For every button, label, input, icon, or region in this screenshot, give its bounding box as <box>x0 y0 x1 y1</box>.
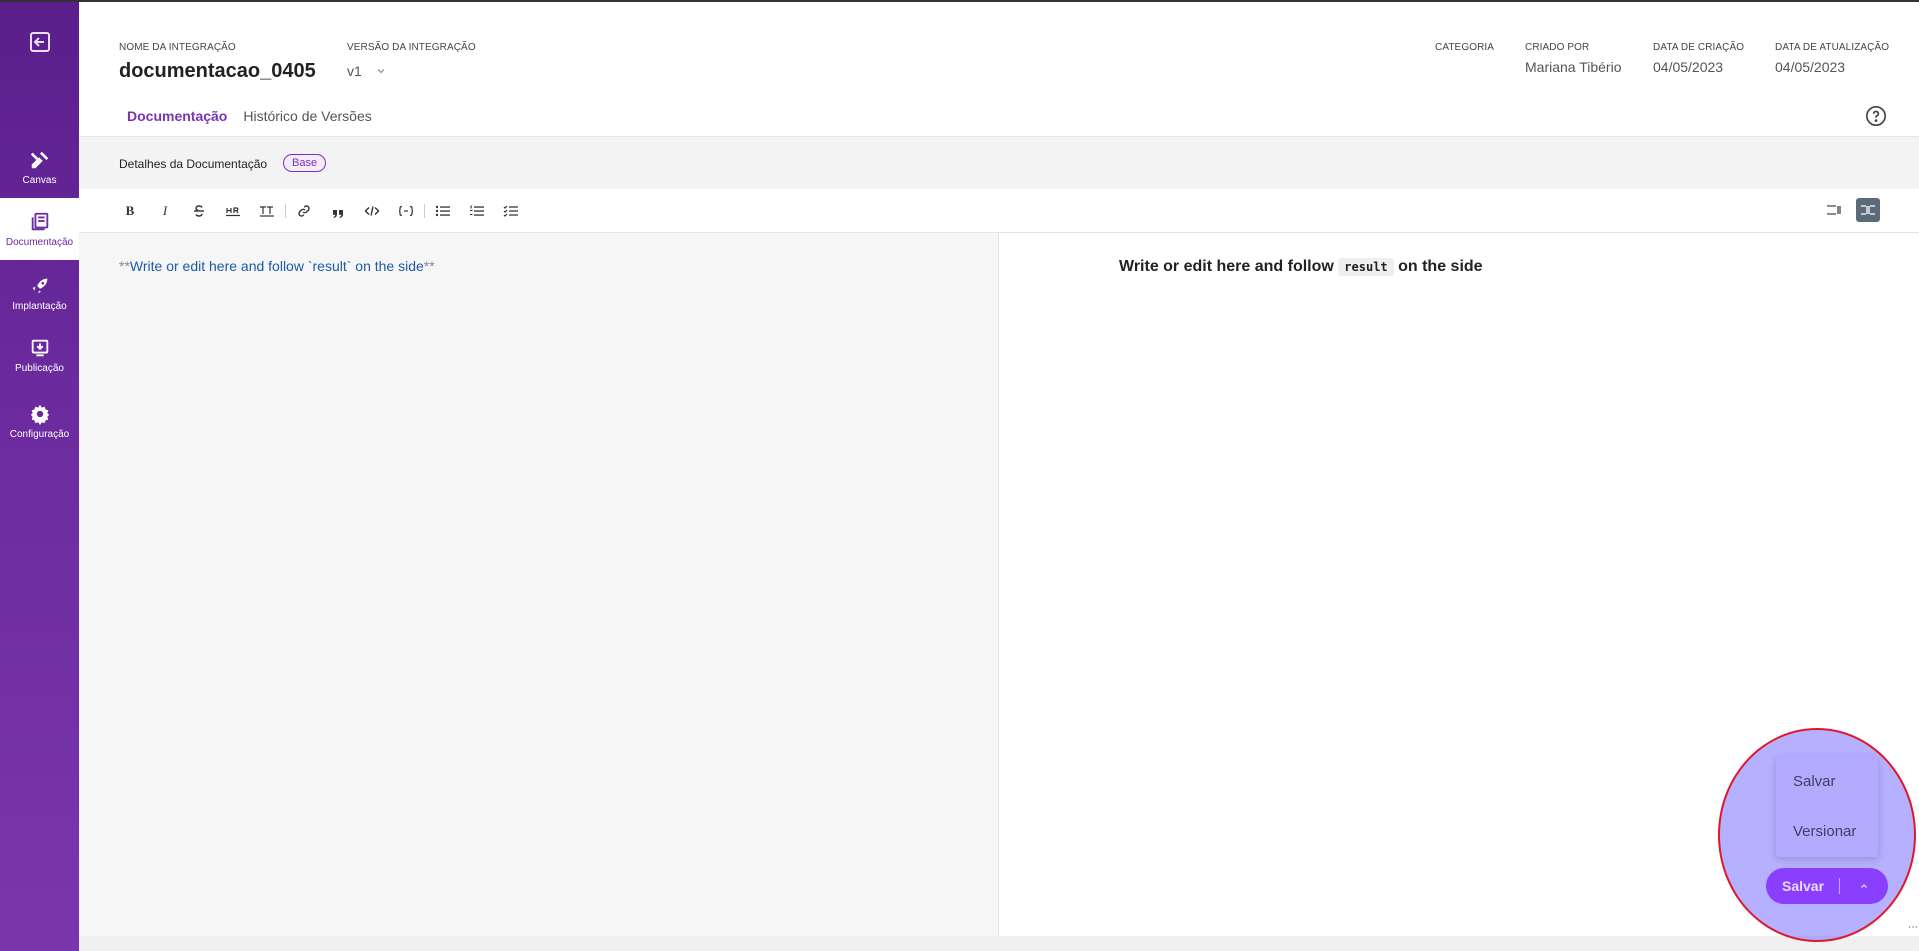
split-view-toggle[interactable] <box>1856 198 1880 222</box>
bold-marker-open: ** <box>119 258 130 274</box>
sidebar-item-publicacao[interactable]: Publicação <box>0 324 79 386</box>
exit-icon[interactable] <box>28 30 52 54</box>
tools-icon <box>30 151 48 168</box>
split-view-icon <box>1861 205 1875 215</box>
gear-icon <box>30 404 49 425</box>
chevron-up-icon[interactable] <box>1856 878 1872 894</box>
sidebar-item-implantacao[interactable]: Implantação <box>0 262 79 324</box>
created-by-value: Mariana Tibério <box>1525 59 1622 75</box>
documentation-details-label: Detalhes da Documentação <box>119 157 268 171</box>
strikethrough-icon <box>194 205 204 217</box>
editor-only-toggle[interactable] <box>1822 198 1846 222</box>
help-icon[interactable] <box>1865 105 1887 127</box>
preview-text-before: Write or edit here and follow <box>1119 258 1334 275</box>
download-screen-icon <box>31 339 48 356</box>
status-badge: Base <box>283 154 327 172</box>
code-block-button[interactable] <box>396 201 416 221</box>
chevron-down-icon <box>377 69 385 74</box>
markdown-editor[interactable]: **Write or edit here and follow `result`… <box>79 233 999 936</box>
version-select[interactable]: v1 <box>347 63 386 79</box>
sidebar-item-label: Implantação <box>12 300 67 312</box>
title-icon <box>260 206 274 217</box>
preview-content: Write or edit here and follow result on … <box>1119 258 1483 276</box>
save-split-button: Salvar <box>1766 868 1888 904</box>
menu-item-versionar[interactable]: Versionar <box>1793 823 1856 840</box>
integration-version-label: VERSÃO DA INTEGRAÇÃO <box>347 42 476 53</box>
updated-at-label: DATA DE ATUALIZAÇÃO <box>1775 42 1890 53</box>
documentation-details-bar: Detalhes da Documentação Base <box>79 137 1919 189</box>
horizontal-rule-button[interactable] <box>223 201 243 221</box>
code-block-icon <box>398 205 414 217</box>
check-list-icon <box>503 205 518 217</box>
sidebar-item-label: Canvas <box>22 174 57 186</box>
editor-text: Write or edit here and follow `result` o… <box>129 258 424 274</box>
ordered-list-button[interactable] <box>467 201 487 221</box>
toolbar-divider <box>285 204 286 218</box>
editor-view-icon <box>1827 205 1841 215</box>
quote-button[interactable] <box>328 201 348 221</box>
preview-text-after: on the side <box>1398 258 1483 275</box>
integration-name-label: NOME DA INTEGRAÇÃO <box>119 42 236 53</box>
bold-button[interactable]: B <box>120 201 140 221</box>
link-icon <box>298 205 310 217</box>
save-button[interactable]: Salvar <box>1782 878 1824 894</box>
updated-at-value: 04/05/2023 <box>1775 59 1846 75</box>
code-button[interactable] <box>362 201 382 221</box>
created-at-value: 04/05/2023 <box>1653 59 1724 75</box>
sidebar-item-label: Documentação <box>5 236 74 248</box>
hr-icon <box>226 207 240 217</box>
code-icon <box>364 206 380 216</box>
quote-icon <box>333 210 343 218</box>
version-value: v1 <box>347 63 362 79</box>
unordered-list-button[interactable] <box>433 201 453 221</box>
title-button[interactable] <box>257 201 277 221</box>
created-by-label: CRIADO POR <box>1525 42 1590 53</box>
link-button[interactable] <box>294 201 314 221</box>
toolbar-divider <box>424 204 425 218</box>
rocket-icon <box>32 278 47 293</box>
check-list-button[interactable] <box>501 201 521 221</box>
strikethrough-button[interactable] <box>189 201 209 221</box>
markdown-toolbar: B I <box>79 189 1919 233</box>
menu-item-salvar[interactable]: Salvar <box>1793 773 1836 790</box>
bottom-strip <box>79 936 1919 951</box>
sidebar-item-documentacao[interactable]: Documentação <box>0 198 79 260</box>
unordered-list-icon <box>435 205 450 217</box>
save-dropdown-menu: Salvar Versionar <box>1776 757 1878 857</box>
italic-button[interactable]: I <box>155 201 175 221</box>
sidebar-item-configuracao[interactable]: Configuração <box>0 390 79 452</box>
ordered-list-icon <box>470 205 484 216</box>
book-icon <box>31 212 48 230</box>
resize-handle-icon[interactable]: ⋯ <box>1908 922 1918 933</box>
category-label: CATEGORIA <box>1435 42 1495 53</box>
preview-code: result <box>1338 258 1394 276</box>
sidebar-item-label: Publicação <box>15 362 64 374</box>
integration-name: documentacao_0405 <box>119 60 316 82</box>
main-content: NOME DA INTEGRAÇÃO documentacao_0405 VER… <box>79 2 1919 951</box>
sidebar: Canvas Documentação Implantação Publicaç… <box>0 2 79 951</box>
sidebar-item-canvas[interactable]: Canvas <box>0 136 79 198</box>
save-button-divider <box>1839 878 1840 894</box>
created-at-label: DATA DE CRIAÇÃO <box>1653 42 1745 53</box>
editor-content[interactable]: **Write or edit here and follow `result`… <box>119 258 435 274</box>
sidebar-item-label: Configuração <box>9 428 70 440</box>
bold-marker-close: ** <box>423 258 435 274</box>
